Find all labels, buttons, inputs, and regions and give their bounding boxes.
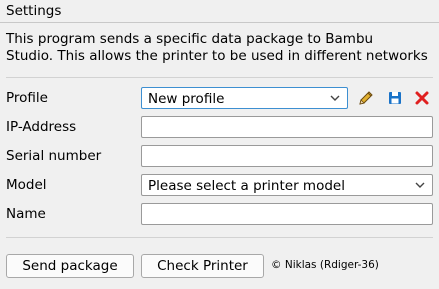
floppy-disk-icon[interactable]: [385, 88, 405, 108]
ip-address-input[interactable]: [141, 116, 433, 138]
profile-row: Profile New profile: [0, 87, 439, 109]
settings-window: Settings This program sends a specific d…: [0, 0, 439, 289]
delete-x-icon[interactable]: [412, 88, 432, 108]
name-input[interactable]: [141, 203, 433, 225]
model-select[interactable]: Please select a printer model: [141, 174, 433, 196]
description-line-2: Studio. This allows the printer to be us…: [6, 48, 428, 64]
window-title: Settings: [6, 3, 62, 19]
chevron-down-icon: [414, 179, 426, 191]
pencil-icon[interactable]: [356, 88, 376, 108]
description-line-1: This program sends a specific data packa…: [6, 31, 374, 47]
copyright-text: © Niklas (Rdiger-36): [271, 259, 379, 271]
serial-number-row: Serial number: [0, 145, 439, 167]
divider-top: [6, 77, 433, 78]
profile-select[interactable]: New profile: [141, 87, 348, 109]
name-row: Name: [0, 203, 439, 225]
window-title-bar: Settings: [0, 0, 439, 23]
model-label: Model: [6, 177, 47, 193]
check-printer-button[interactable]: Check Printer: [141, 254, 264, 278]
model-row: Model Please select a printer model: [0, 174, 439, 196]
description-text: This program sends a specific data packa…: [6, 31, 438, 65]
profile-label: Profile: [6, 90, 48, 106]
serial-number-label: Serial number: [6, 148, 102, 164]
serial-number-input[interactable]: [141, 145, 433, 167]
profile-select-value: New profile: [148, 91, 225, 107]
divider-bottom: [6, 237, 433, 238]
name-label: Name: [6, 206, 46, 222]
ip-address-label: IP-Address: [6, 119, 77, 135]
model-select-value: Please select a printer model: [148, 178, 345, 194]
chevron-down-icon: [329, 92, 341, 104]
send-package-button[interactable]: Send package: [6, 254, 134, 278]
ip-address-row: IP-Address: [0, 116, 439, 138]
